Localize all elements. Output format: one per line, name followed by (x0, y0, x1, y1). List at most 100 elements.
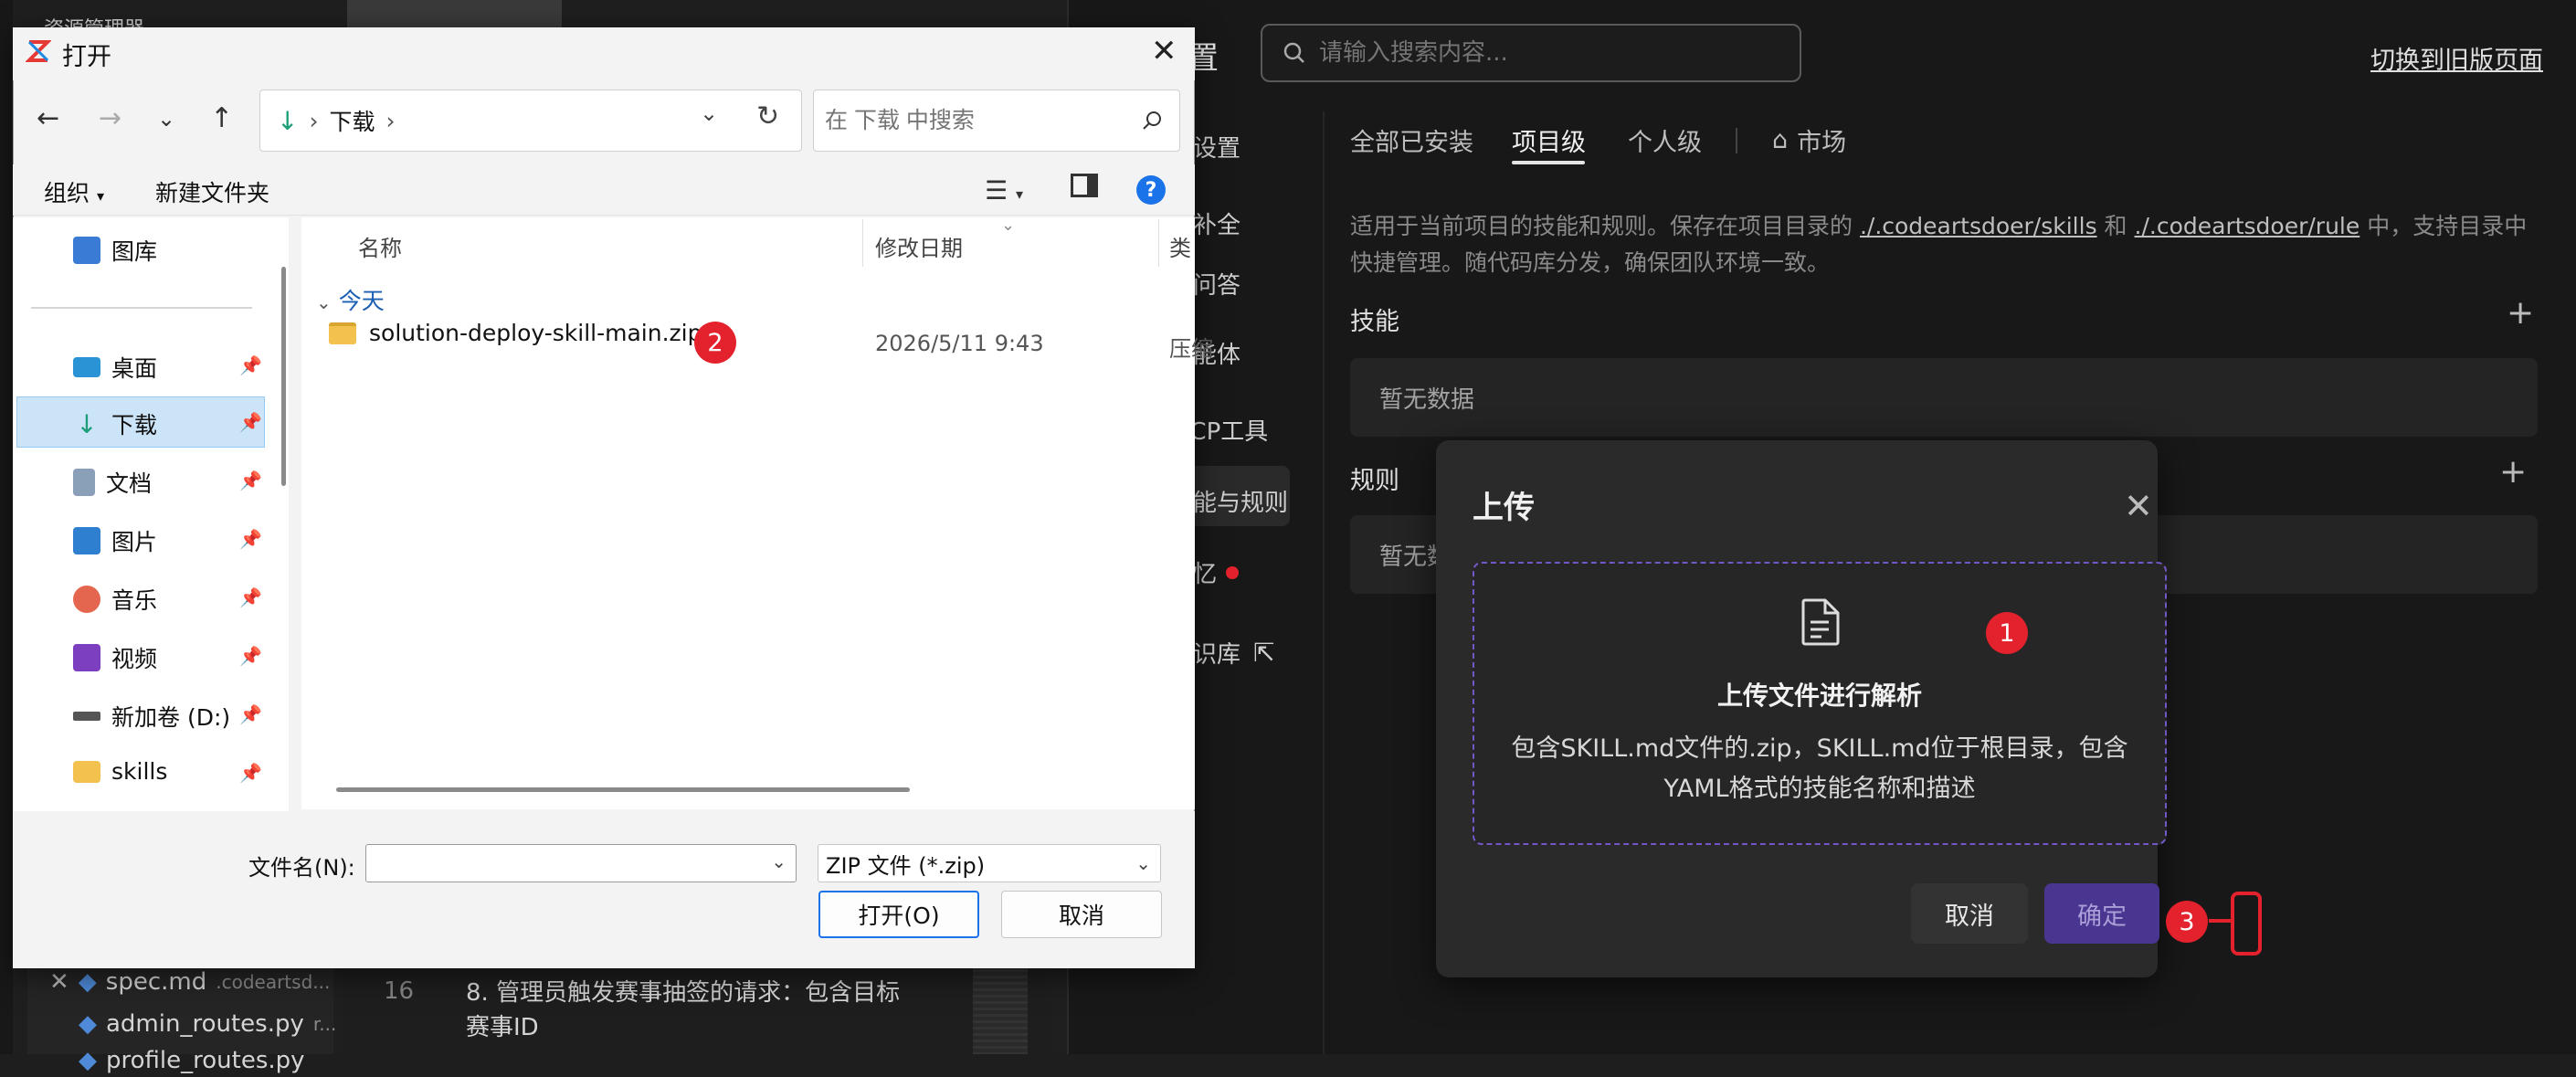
document-icon (73, 469, 95, 496)
back-arrow-icon[interactable]: ← (37, 102, 59, 134)
drive-icon (73, 712, 100, 721)
add-rule-button[interactable]: + (2499, 453, 2527, 491)
organize-menu[interactable]: 组织 ▾ (44, 175, 104, 208)
modal-confirm-button[interactable]: 确定 (2044, 883, 2159, 944)
chevron-right-icon: › (309, 107, 319, 134)
pin-icon[interactable]: 📌 (239, 470, 262, 491)
markdown-file-icon: ◆ (78, 968, 97, 996)
dialog-cancel-button[interactable]: 取消 (1001, 891, 1162, 938)
skills-path-link[interactable]: ./.codeartsdoer/skills (1860, 213, 2097, 239)
music-icon (73, 586, 100, 613)
step-badge-3: 3 (2166, 901, 2208, 943)
minimap[interactable] (973, 959, 1028, 1054)
nav-music[interactable]: 音乐 (73, 583, 157, 616)
nav-label: 视频 (111, 646, 158, 672)
nav-desktop[interactable]: 桌面 (73, 351, 157, 384)
step-badge-2: 2 (694, 322, 736, 364)
pin-icon[interactable]: 📌 (239, 411, 262, 433)
list-item[interactable]: ✕ ◆ spec.md .codeartsd... (49, 966, 330, 998)
horizontal-scrollbar[interactable] (336, 787, 910, 792)
help-icon[interactable]: ? (1136, 175, 1166, 205)
filetype-value: ZIP 文件 (*.zip) (826, 852, 986, 879)
chevron-down-icon: ⌄ (1135, 852, 1151, 874)
external-link-icon: ⇱ (1253, 638, 1275, 668)
notification-dot (1226, 565, 1240, 579)
rules-path-link[interactable]: ./.codeartsdoer/rule (2135, 213, 2360, 239)
tab-market[interactable]: ⌂ 市场 (1772, 122, 1846, 158)
pin-icon[interactable]: 📌 (239, 354, 262, 376)
upload-title: 上传文件进行解析 (1716, 681, 1922, 711)
pin-icon[interactable]: 📌 (239, 528, 262, 550)
skills-empty-box: 暂无数据 (1350, 358, 2538, 437)
list-item[interactable]: ◆ profile_routes.py (79, 1044, 305, 1077)
nav-scrollbar[interactable] (281, 267, 286, 486)
download-icon: ↓ (76, 408, 98, 439)
pin-icon[interactable]: 📌 (239, 762, 262, 784)
nav-gallery[interactable]: 图库 (73, 234, 157, 267)
settings-search[interactable] (1261, 24, 1801, 82)
switch-old-version-link[interactable]: 切换到旧版页面 (2370, 40, 2543, 76)
chevron-right-icon: › (385, 107, 396, 134)
chevron-down-icon[interactable]: ⌄ (157, 106, 175, 132)
pin-icon[interactable]: 📌 (239, 586, 262, 608)
nav-label: 下载 (111, 412, 158, 438)
skills-section-title: 技能 (1350, 308, 1399, 336)
preview-pane-icon[interactable] (1071, 174, 1098, 197)
nav-label: skills (111, 758, 168, 785)
column-header-name[interactable]: 名称 (358, 230, 402, 262)
folder-icon (73, 760, 100, 783)
file-name: solution-deploy-skill-main.zip (369, 320, 702, 346)
line-number: 16 (384, 977, 415, 1005)
nav-skills[interactable]: skills (73, 758, 167, 785)
dialog-search[interactable] (813, 90, 1180, 152)
address-segment[interactable]: 下载 (329, 104, 375, 137)
address-dropdown-icon[interactable]: ⌄ (700, 100, 718, 126)
close-icon[interactable]: ✕ (49, 968, 69, 996)
refresh-icon[interactable]: ↻ (756, 100, 779, 132)
modal-close-icon[interactable]: ✕ (2124, 486, 2153, 526)
modal-cancel-button[interactable]: 取消 (1911, 883, 2028, 944)
column-header-type[interactable]: 类 (1169, 230, 1191, 262)
file-list-pane (301, 217, 1195, 809)
file-name: admin_routes.py (106, 1010, 304, 1038)
open-button[interactable]: 打开(O) (818, 891, 979, 938)
file-row[interactable]: solution-deploy-skill-main.zip (329, 320, 702, 346)
group-header-today[interactable]: ⌄ 今天 (316, 283, 385, 316)
file-path: r... (312, 1013, 337, 1035)
forward-arrow-icon[interactable]: → (99, 102, 121, 134)
column-header-date[interactable]: 修改日期 (875, 230, 963, 262)
filename-input[interactable]: ⌄ (365, 844, 797, 882)
list-item[interactable]: ◆ admin_routes.py r... (79, 1008, 336, 1040)
add-skill-button[interactable]: + (2507, 294, 2534, 332)
pictures-icon (73, 527, 100, 554)
dialog-close-icon[interactable]: ✕ (1151, 33, 1177, 69)
search-icon (1283, 42, 1304, 63)
nav-videos[interactable]: 视频 (73, 641, 157, 674)
dialog-search-input[interactable] (825, 107, 1117, 134)
tab-all-installed[interactable]: 全部已安装 (1350, 122, 1473, 158)
column-separator[interactable] (862, 219, 863, 267)
new-folder-button[interactable]: 新建文件夹 (155, 175, 269, 208)
chevron-down-icon[interactable]: ⌄ (771, 850, 787, 872)
filetype-select[interactable]: ZIP 文件 (*.zip) ⌄ (818, 844, 1161, 882)
address-bar[interactable]: ↓ › 下载 › (259, 90, 802, 152)
nav-pictures[interactable]: 图片 (73, 524, 157, 557)
code-line: 赛事ID (466, 1014, 539, 1041)
gallery-icon (73, 237, 100, 264)
view-options-icon[interactable]: ☰ ▾ (985, 175, 1023, 206)
column-separator[interactable] (1158, 219, 1159, 267)
nav-label: 图片 (111, 529, 158, 555)
upload-description: 包含SKILL.md文件的.zip，SKILL.md位于根目录，包含YAML格式… (1511, 734, 2128, 803)
nav-divider (1323, 111, 1325, 1054)
pin-icon[interactable]: 📌 (239, 645, 262, 667)
file-path: .codeartsd... (216, 971, 331, 993)
nav-documents[interactable]: 文档 (73, 466, 152, 499)
nav-downloads[interactable]: ↓ 下载 (73, 407, 157, 440)
up-arrow-icon[interactable]: ↑ (210, 102, 233, 134)
tab-personal-level[interactable]: 个人级 (1628, 122, 1702, 158)
pin-icon[interactable]: 📌 (239, 703, 262, 725)
nav-drive-d[interactable]: 新加卷 (D:) (73, 700, 230, 733)
search-input[interactable] (1319, 39, 1776, 67)
tab-project-level[interactable]: 项目级 (1512, 122, 1586, 158)
nav-label: 文档 (106, 470, 153, 497)
